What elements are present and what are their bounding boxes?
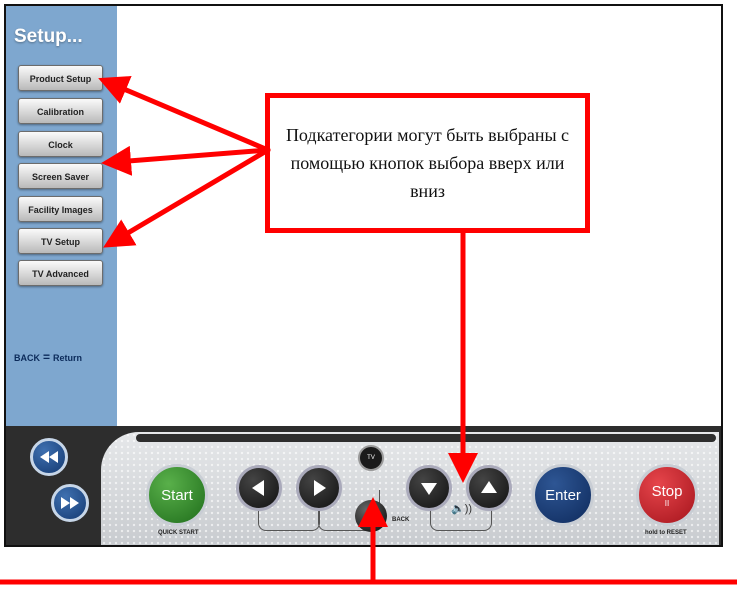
- arrow-down-icon: [421, 483, 437, 495]
- menu-tv-setup[interactable]: TV Setup: [18, 228, 103, 254]
- fast-forward-icon: [61, 497, 79, 509]
- equals-sign: =: [43, 350, 51, 364]
- tv-icon: TV: [367, 455, 375, 461]
- back-caption: BACK: [392, 517, 410, 523]
- setup-sidebar: Setup... Product Setup Calibration Clock…: [6, 6, 117, 426]
- menu-screen-saver[interactable]: Screen Saver: [18, 163, 103, 189]
- rewind-button[interactable]: [30, 438, 68, 476]
- back-return-hint: BACK = Return: [14, 350, 82, 364]
- slot-groove: [136, 434, 716, 442]
- quick-start-caption: QUICK START: [158, 530, 199, 536]
- menu-product-setup[interactable]: Product Setup: [18, 65, 103, 91]
- hold-to-reset-caption: hold to RESET: [645, 530, 687, 536]
- back-key-label: BACK: [14, 353, 40, 363]
- annotation-callout: Подкатегории могут быть выбраны с помощь…: [265, 93, 590, 233]
- fast-forward-button[interactable]: [51, 484, 89, 522]
- annotation-text: Подкатегории могут быть выбраны с помощь…: [285, 125, 570, 201]
- menu-facility-images[interactable]: Facility Images: [18, 196, 103, 222]
- right-button[interactable]: [296, 465, 342, 511]
- arrow-right-icon: [314, 480, 326, 496]
- menu-clock[interactable]: Clock: [18, 131, 103, 157]
- sidebar-title: Setup...: [14, 26, 83, 47]
- arrow-up-icon: [481, 481, 497, 493]
- return-label: Return: [53, 353, 83, 363]
- stop-button[interactable]: Stop II: [636, 464, 698, 526]
- back-button[interactable]: [355, 500, 387, 532]
- menu-tv-advanced[interactable]: TV Advanced: [18, 260, 103, 286]
- enter-button[interactable]: Enter: [532, 464, 594, 526]
- start-button[interactable]: Start: [146, 464, 208, 526]
- stop-label: Stop: [651, 482, 683, 500]
- down-button[interactable]: [406, 465, 452, 511]
- up-button[interactable]: [466, 465, 512, 511]
- volume-icon: 🔈)): [451, 503, 473, 515]
- menu-calibration[interactable]: Calibration: [18, 98, 103, 124]
- arrow-left-icon: [252, 480, 264, 496]
- tv-button[interactable]: TV: [358, 445, 384, 471]
- left-button[interactable]: [236, 465, 282, 511]
- pause-icon: II: [664, 498, 670, 508]
- rewind-icon: [40, 451, 58, 463]
